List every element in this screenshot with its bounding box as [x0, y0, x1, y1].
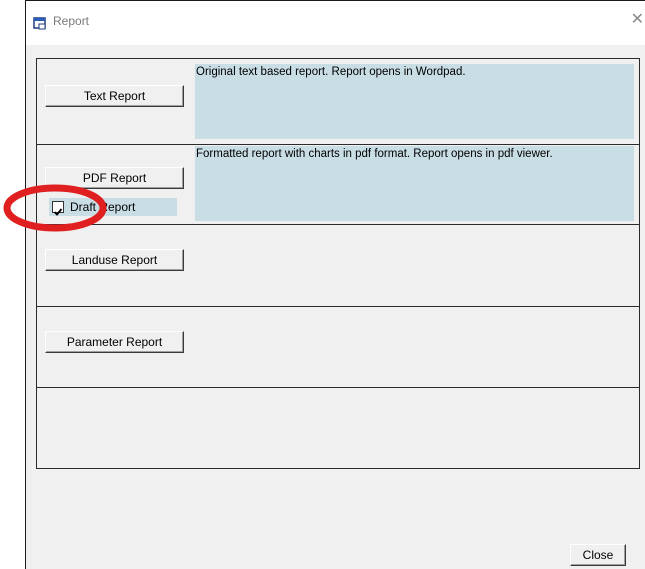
close-button[interactable]: Close: [570, 544, 626, 566]
report-options-panel: Text Report Original text based report. …: [36, 58, 640, 469]
section-divider: [37, 387, 639, 388]
text-report-description: Original text based report. Report opens…: [195, 64, 634, 139]
text-report-button[interactable]: Text Report: [45, 85, 184, 107]
parameter-report-button[interactable]: Parameter Report: [45, 331, 184, 353]
report-dialog: Report ✕ Text Report Original text based…: [25, 0, 645, 569]
window-title: Report: [53, 14, 90, 28]
draft-report-checkbox[interactable]: [52, 201, 64, 216]
close-window-icon[interactable]: ✕: [631, 11, 644, 27]
section-divider: [37, 144, 639, 145]
title-bar: Report ✕: [26, 1, 645, 45]
section-divider: [37, 306, 639, 307]
window-app-icon: [33, 15, 47, 30]
checkmark-icon: [53, 208, 63, 216]
landuse-report-button[interactable]: Landuse Report: [45, 249, 184, 271]
section-divider: [37, 224, 639, 225]
pdf-report-button[interactable]: PDF Report: [45, 167, 184, 189]
draft-report-option[interactable]: Draft Report: [49, 198, 177, 216]
draft-report-label: Draft Report: [70, 200, 136, 214]
pdf-report-description: Formatted report with charts in pdf form…: [195, 146, 634, 221]
